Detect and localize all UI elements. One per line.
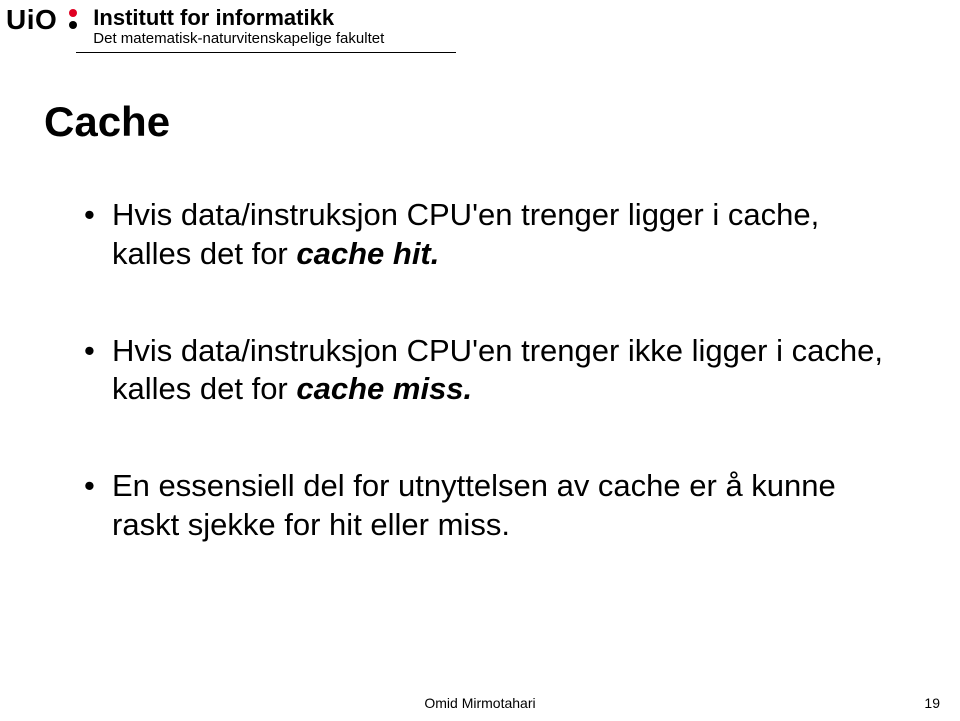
bullet-text: En essensiell del for utnyttelsen av cac…: [112, 468, 836, 542]
bullet-item: Hvis data/instruksjon CPU'en trenger lig…: [84, 196, 900, 274]
uio-logo-dots-icon: [67, 4, 81, 32]
institute-name: Institutt for informatikk: [93, 6, 384, 30]
slide-title: Cache: [44, 98, 170, 146]
institute-block: Institutt for informatikk Det matematisk…: [93, 4, 384, 48]
bullet-emphasis: cache miss.: [296, 371, 472, 406]
footer-author: Omid Mirmotahari: [0, 695, 960, 711]
faculty-name: Det matematisk-naturvitenskapelige fakul…: [93, 31, 384, 48]
header: UiO Institutt for informatikk Det matema…: [6, 4, 384, 48]
uio-logo-text: UiO: [6, 4, 57, 36]
bullet-list: Hvis data/instruksjon CPU'en trenger lig…: [44, 196, 900, 603]
bullet-text: Hvis data/instruksjon CPU'en trenger ikk…: [112, 333, 883, 407]
bullet-emphasis: cache hit.: [296, 236, 439, 271]
bullet-text: Hvis data/instruksjon CPU'en trenger lig…: [112, 197, 819, 271]
header-divider: [76, 52, 456, 53]
bullet-item: En essensiell del for utnyttelsen av cac…: [84, 467, 900, 545]
footer-page-number: 19: [924, 695, 940, 711]
bullet-item: Hvis data/instruksjon CPU'en trenger ikk…: [84, 332, 900, 410]
